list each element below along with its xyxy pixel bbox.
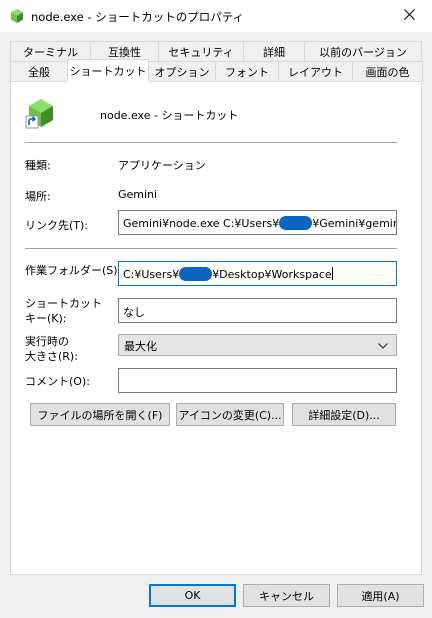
window-title: node.exe - ショートカットのプロパティ — [31, 10, 245, 24]
ok-button[interactable]: OK — [149, 584, 236, 607]
run-label-1: 実行時の — [25, 335, 69, 348]
shortcut-key-input[interactable]: なし — [118, 298, 397, 323]
close-icon — [403, 8, 415, 23]
separator — [25, 248, 397, 249]
target-input[interactable]: Gemini¥node.exe C:¥Users¥ ¥Gemini¥gemini.… — [118, 210, 397, 235]
apply-button[interactable]: 適用(A) — [337, 584, 424, 607]
close-button[interactable] — [386, 0, 432, 31]
type-value: アプリケーション — [118, 159, 206, 172]
cancel-button[interactable]: キャンセル — [243, 584, 330, 607]
redaction-mark — [279, 216, 313, 230]
location-label: 場所: — [25, 190, 51, 203]
change-icon-button[interactable]: アイコンの変更(C)... — [176, 403, 284, 426]
open-file-location-button[interactable]: ファイルの場所を開く(F) — [30, 403, 170, 426]
tab-general[interactable]: 全般 — [10, 61, 68, 81]
title-bar: node.exe - ショートカットのプロパティ — [0, 0, 432, 32]
separator — [25, 142, 397, 143]
tab-previous-versions[interactable]: 以前のバージョン — [304, 41, 422, 61]
shortcut-name: node.exe - ショートカット — [100, 109, 239, 122]
redaction-mark — [179, 267, 213, 281]
node-app-icon — [9, 8, 25, 24]
start-in-value-start: C:¥Users¥ — [123, 268, 180, 281]
node-app-icon — [24, 97, 56, 129]
run-value: 最大化 — [124, 340, 157, 353]
shortcut-panel: node.exe - ショートカット 種類: アプリケーション 場所: Gemi… — [10, 81, 422, 575]
text-caret — [331, 267, 333, 280]
location-value: Gemini — [118, 188, 158, 201]
tab-font[interactable]: フォント — [215, 61, 279, 81]
tab-shortcut[interactable]: ショートカット — [67, 59, 149, 82]
start-in-label: 作業フォルダー(S): — [25, 264, 122, 277]
tab-options[interactable]: オプション — [148, 61, 216, 81]
run-select[interactable]: 最大化 — [118, 334, 397, 356]
tab-layout[interactable]: レイアウト — [278, 61, 353, 81]
shortcut-key-value: なし — [123, 306, 145, 319]
target-value-start: Gemini¥node.exe C:¥Users¥ — [123, 217, 280, 230]
shortcut-key-label-2: キー(K): — [25, 312, 67, 325]
chevron-down-icon — [378, 340, 388, 353]
shortcut-key-label-1: ショートカット — [25, 297, 102, 310]
target-label: リンク先(T): — [25, 219, 89, 232]
tab-screen-colors[interactable]: 画面の色 — [352, 61, 423, 81]
start-in-input[interactable]: C:¥Users¥ ¥Desktop¥Workspace — [118, 261, 397, 286]
tab-details[interactable]: 詳細 — [243, 41, 305, 61]
tab-row-1: ターミナル 互換性 セキュリティ 詳細 以前のバージョン — [10, 41, 422, 61]
comment-input[interactable] — [118, 368, 397, 393]
run-label-2: 大きさ(R): — [25, 350, 78, 363]
type-label: 種類: — [25, 159, 51, 172]
tab-compatibility[interactable]: 互換性 — [90, 41, 159, 61]
start-in-value-end: ¥Desktop¥Workspace — [212, 268, 332, 281]
advanced-button[interactable]: 詳細設定(D)... — [292, 403, 396, 426]
target-value-end: ¥Gemini¥gemini.js — [312, 217, 396, 230]
tab-row-2: 全般 ショートカット オプション フォント レイアウト 画面の色 — [10, 59, 423, 82]
comment-label: コメント(O): — [25, 375, 90, 388]
tab-security[interactable]: セキュリティ — [158, 41, 244, 61]
tab-terminal[interactable]: ターミナル — [10, 41, 91, 61]
